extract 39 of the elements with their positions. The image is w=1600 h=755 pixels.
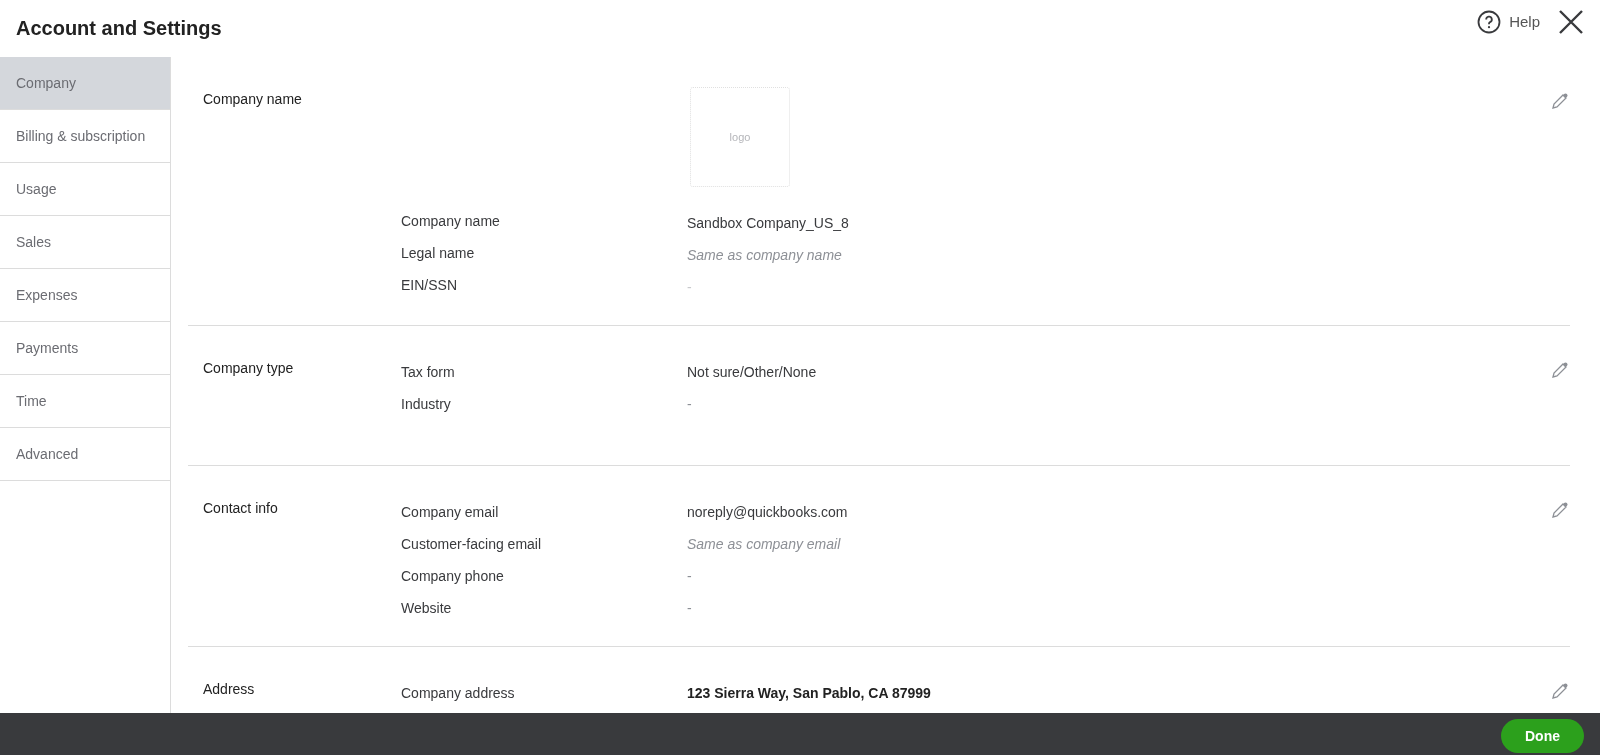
field-label: Customer-facing email	[401, 535, 543, 554]
field-value: -	[687, 395, 693, 414]
field-value: Same as company name	[687, 246, 843, 265]
close-button[interactable]	[1558, 8, 1584, 35]
field-value: noreply@quickbooks.com	[687, 503, 849, 522]
edit-button[interactable]	[1550, 500, 1570, 520]
field-value: -	[687, 278, 693, 297]
field-label: Website	[401, 599, 453, 618]
help-icon	[1477, 9, 1502, 34]
field-label: Industry	[401, 395, 452, 414]
field-label: Company phone	[401, 567, 505, 586]
section-heading: Address	[202, 680, 256, 699]
field-label: Company name	[401, 212, 501, 231]
help-button[interactable]: Help	[1477, 9, 1540, 34]
section-heading: Contact info	[202, 499, 279, 518]
field-value: -	[687, 567, 693, 586]
pencil-icon	[1550, 500, 1570, 520]
done-button[interactable]: Done	[1501, 719, 1584, 753]
field-value: Sandbox Company_US_8	[687, 214, 850, 233]
field-label: Company address	[401, 684, 516, 703]
field-label: EIN/SSN	[401, 276, 458, 295]
sidebar-item[interactable]: Company	[0, 57, 170, 110]
field-label: Legal name	[401, 244, 476, 263]
close-icon	[1558, 8, 1584, 35]
field-label: Company email	[401, 503, 500, 522]
field-value: -	[687, 599, 693, 618]
field-value: Same as company email	[687, 535, 842, 554]
edit-button[interactable]	[1550, 360, 1570, 380]
field-value: 123 Sierra Way, San Pablo, CA 87999	[687, 684, 932, 703]
section-heading: Company type	[202, 359, 295, 378]
edit-button[interactable]	[1550, 91, 1570, 111]
field-value: Not sure/Other/None	[687, 363, 818, 382]
section-heading: Company name	[202, 90, 303, 109]
pencil-icon	[1550, 681, 1570, 701]
field-label: Tax form	[401, 363, 456, 382]
window-title: Account and Settings	[16, 17, 223, 40]
pencil-icon	[1550, 360, 1570, 380]
pencil-icon	[1550, 91, 1570, 111]
edit-button[interactable]	[1550, 681, 1570, 701]
